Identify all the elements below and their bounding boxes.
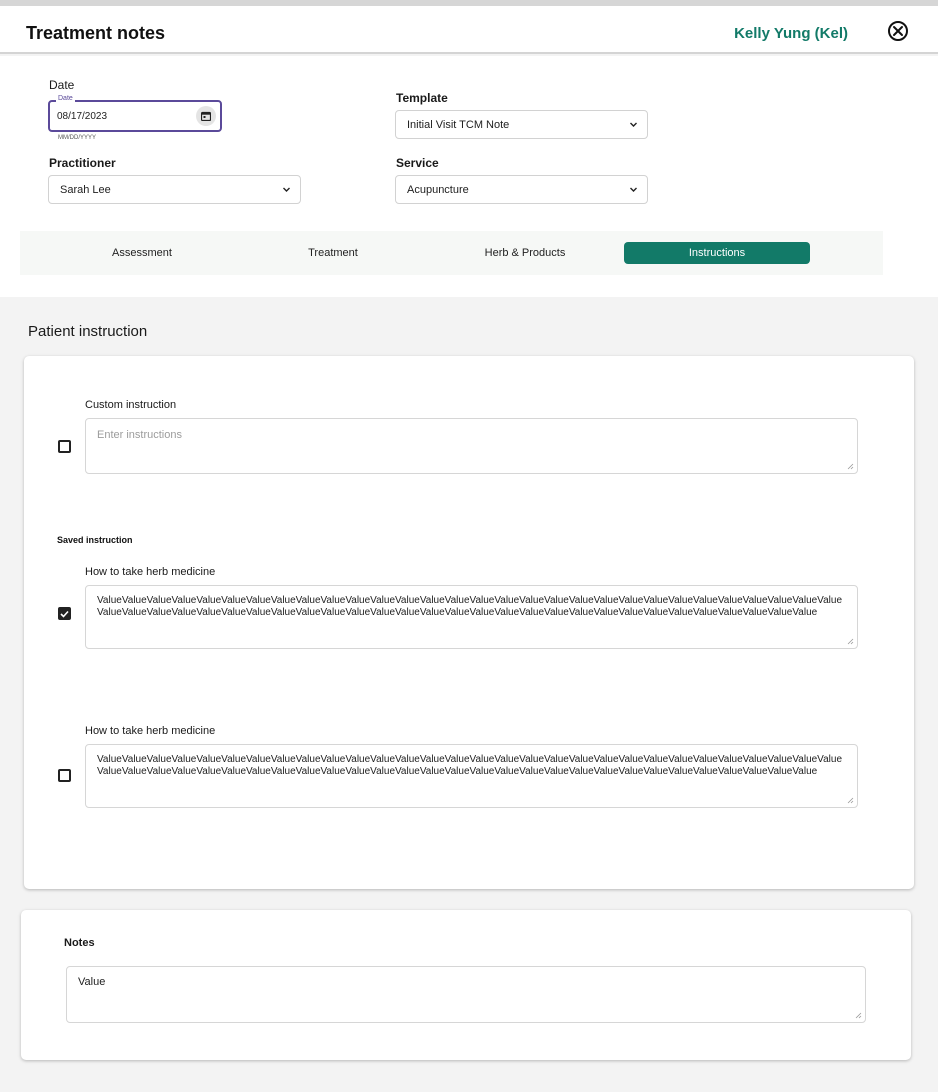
practitioner-label: Practitioner [49,156,116,170]
template-value: Initial Visit TCM Note [407,119,510,131]
header-bar: Treatment notes Kelly Yung (Kel) [0,6,938,54]
custom-instruction-label: Custom instruction [85,399,177,411]
template-label: Template [396,91,448,105]
instruction-card: Custom instruction Enter instructions Sa… [24,356,914,889]
date-format-hint: MM/DD/YYYY [58,135,97,141]
tab-assessment[interactable]: Assessment [49,242,235,264]
saved-instruction-label: How to take herb medicine [85,566,216,578]
notes-label: Notes [64,937,95,949]
saved-instruction-input[interactable]: ValueValueValueValueValueValueValueValue… [85,585,858,649]
saved-instruction-text: ValueValueValueValueValueValueValueValue… [97,754,843,777]
patient-instruction-title: Patient instruction [28,323,148,340]
notes-card: Notes Value [21,910,911,1060]
close-icon[interactable] [888,21,908,41]
saved-instruction-text: ValueValueValueValueValueValueValueValue… [97,595,843,618]
template-select[interactable]: Initial Visit TCM Note [395,110,648,139]
notes-text: Value [78,976,106,988]
service-label: Service [396,156,439,170]
resize-grip-icon[interactable] [855,1012,862,1019]
tab-herb-products[interactable]: Herb & Products [432,242,618,264]
custom-instruction-placeholder: Enter instructions [97,429,182,441]
date-label: Date [49,78,75,92]
chevron-down-icon [630,122,637,127]
date-value: 08/17/2023 [57,111,108,122]
calendar-icon[interactable] [196,106,216,126]
practitioner-value: Sarah Lee [60,184,111,196]
resize-grip-icon[interactable] [847,638,854,645]
custom-instruction-input[interactable]: Enter instructions [85,418,858,474]
resize-grip-icon[interactable] [847,797,854,804]
tab-instructions[interactable]: Instructions [624,242,810,264]
checkmark-icon [60,610,69,618]
saved-instruction-heading: Saved instruction [57,535,133,545]
page-title: Treatment notes [26,23,166,43]
date-mini-label: Date [56,95,75,102]
custom-instruction-checkbox[interactable] [58,440,71,453]
practitioner-select[interactable]: Sarah Lee [48,175,301,204]
saved-instruction-checkbox[interactable] [58,607,71,620]
chevron-down-icon [283,187,290,192]
resize-grip-icon[interactable] [847,463,854,470]
saved-instruction-checkbox[interactable] [58,769,71,782]
service-select[interactable]: Acupuncture [395,175,648,204]
saved-instruction-label: How to take herb medicine [85,725,216,737]
saved-instruction-input[interactable]: ValueValueValueValueValueValueValueValue… [85,744,858,808]
notes-input[interactable]: Value [66,966,866,1023]
patient-name-link[interactable]: Kelly Yung (Kel) [734,25,848,42]
date-input[interactable]: Date 08/17/2023 [48,95,222,132]
chevron-down-icon [630,187,637,192]
tab-bar: Assessment Treatment Herb & Products Ins… [20,231,883,275]
tab-treatment[interactable]: Treatment [240,242,426,264]
service-value: Acupuncture [407,184,469,196]
